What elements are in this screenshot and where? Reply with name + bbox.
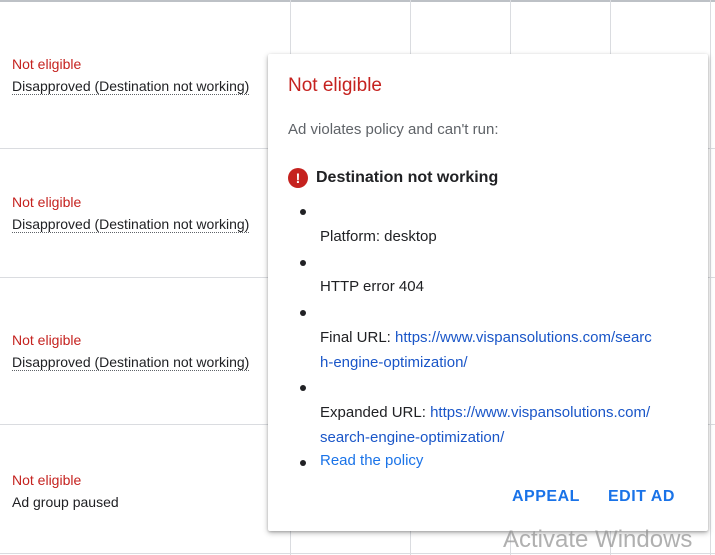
- http-error-detail: HTTP error 404: [320, 278, 424, 295]
- status-reason: Ad group paused: [12, 494, 119, 510]
- table-top-border: [0, 0, 715, 2]
- expanded-url-label: Expanded URL:: [320, 404, 426, 421]
- expanded-url-detail: Expanded URL: https://www.vispansolution…: [320, 400, 650, 450]
- status-reason[interactable]: Disapproved (Destination not working): [12, 216, 250, 233]
- policy-details-popup: Not eligible Ad violates policy and can'…: [268, 54, 708, 531]
- platform-detail: Platform: desktop: [320, 228, 437, 245]
- read-policy-link[interactable]: Read the policy: [320, 452, 423, 469]
- status-label: Not eligible: [12, 56, 82, 72]
- popup-title: Not eligible: [288, 75, 382, 96]
- bullet: [300, 260, 306, 266]
- activate-windows-watermark: Activate Windows: [503, 526, 693, 553]
- table-row: Not eligible Ad group paused: [12, 469, 119, 513]
- error-icon: !: [288, 168, 308, 188]
- table-row: Not eligible Disapproved (Destination no…: [12, 53, 250, 97]
- table-row: Not eligible Disapproved (Destination no…: [12, 329, 250, 373]
- status-label: Not eligible: [12, 472, 82, 488]
- policy-issue: ! Destination not working: [288, 166, 498, 190]
- expanded-url-link[interactable]: https://www.vispansolutions.com/: [430, 404, 650, 421]
- edit-ad-button[interactable]: EDIT AD: [608, 488, 675, 506]
- status-reason[interactable]: Disapproved (Destination not working): [12, 354, 250, 371]
- status-label: Not eligible: [12, 194, 82, 210]
- bullet: [300, 460, 306, 466]
- status-reason[interactable]: Disapproved (Destination not working): [12, 78, 250, 95]
- bullet: [300, 310, 306, 316]
- appeal-button[interactable]: APPEAL: [512, 488, 580, 506]
- expanded-url-link-continued[interactable]: search-engine-optimization/: [320, 429, 504, 446]
- final-url-link[interactable]: https://www.vispansolutions.com/searc: [395, 329, 652, 346]
- popup-subtitle: Ad violates policy and can't run:: [288, 121, 499, 138]
- final-url-label: Final URL:: [320, 329, 391, 346]
- final-url-link-continued[interactable]: h-engine-optimization/: [320, 354, 468, 371]
- bullet: [300, 385, 306, 391]
- final-url-detail: Final URL: https://www.vispansolutions.c…: [320, 325, 652, 375]
- status-label: Not eligible: [12, 332, 82, 348]
- table-row: Not eligible Disapproved (Destination no…: [12, 191, 250, 235]
- issue-title: Destination not working: [316, 169, 499, 186]
- bullet: [300, 209, 306, 215]
